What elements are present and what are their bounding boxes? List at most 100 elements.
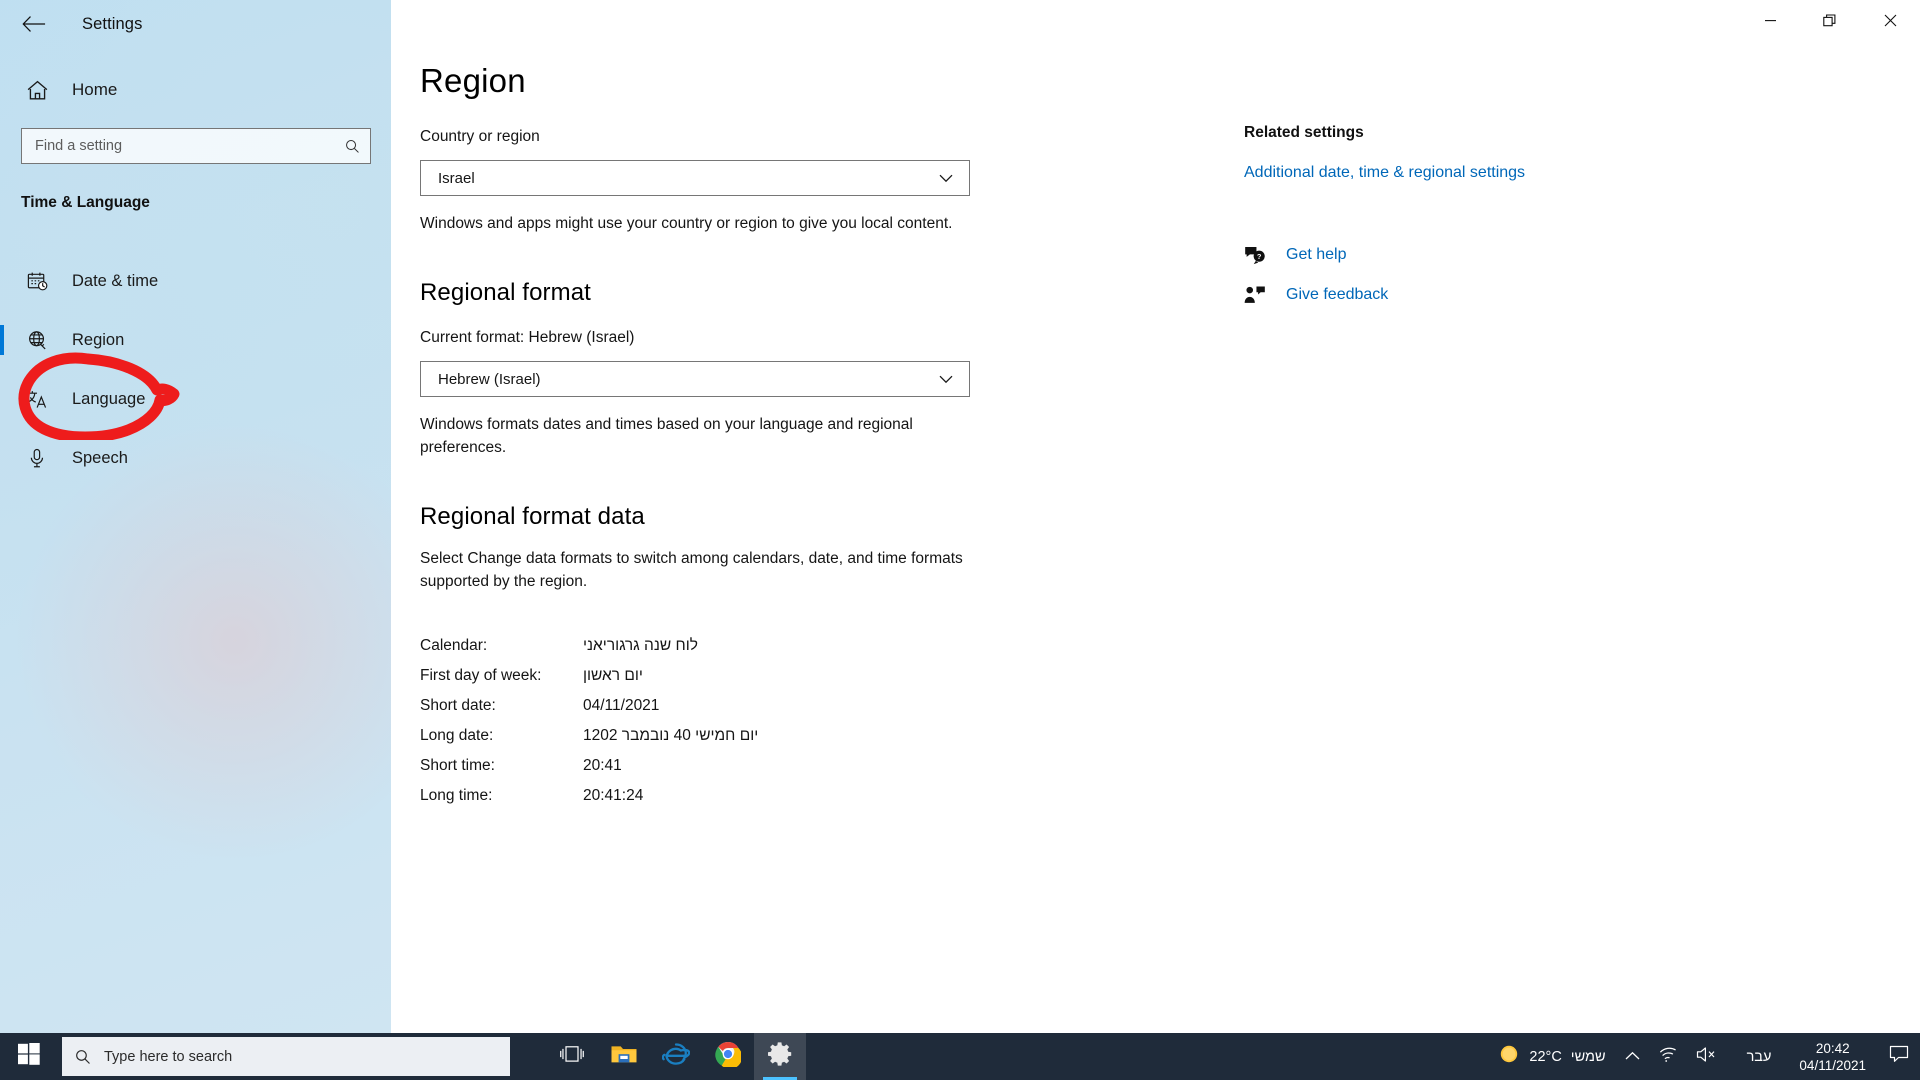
sidebar-item-language[interactable]: Language xyxy=(0,370,391,429)
feedback-icon xyxy=(1244,285,1280,305)
main-column: Country or region Israel Windows and app… xyxy=(420,128,980,811)
row-value: לוח שנה גרגוריאני xyxy=(583,637,698,654)
clock-date: 04/11/2021 xyxy=(1799,1057,1866,1073)
table-row: Long time: 20:41:24 xyxy=(420,781,980,811)
internet-explorer-button[interactable] xyxy=(650,1033,702,1080)
windows-logo-icon xyxy=(18,1043,40,1070)
give-feedback-row[interactable]: Give feedback xyxy=(1244,285,1574,305)
row-key: Long time: xyxy=(420,787,493,804)
row-key: Short time: xyxy=(420,757,495,774)
support-block: ? Get help Give feedback xyxy=(1244,245,1574,305)
row-key: Short date: xyxy=(420,697,496,714)
chevron-up-icon xyxy=(1625,1048,1640,1066)
network-button[interactable] xyxy=(1649,1033,1687,1080)
row-value: 20:41:24 xyxy=(583,787,644,804)
table-row: Calendar: לוח שנה גרגוריאני xyxy=(420,631,980,661)
close-button[interactable] xyxy=(1860,0,1920,40)
minimize-button[interactable] xyxy=(1740,0,1800,40)
help-chat-icon: ? xyxy=(1244,245,1280,265)
page-title: Region xyxy=(420,62,526,99)
speaker-muted-icon xyxy=(1696,1046,1718,1068)
weather-widget[interactable]: 22°C שמשי xyxy=(1488,1033,1615,1080)
taskbar-search-input[interactable] xyxy=(104,1048,510,1065)
restore-button[interactable] xyxy=(1800,0,1860,40)
window-controls xyxy=(1740,0,1920,40)
country-or-region-value: Israel xyxy=(438,169,475,187)
regional-format-data-heading: Regional format data xyxy=(420,503,645,530)
chevron-down-icon xyxy=(939,375,969,384)
settings-window: Home Time & Language xyxy=(0,0,1920,1033)
microphone-icon xyxy=(14,447,60,470)
weather-condition: שמשי xyxy=(1570,1048,1606,1065)
taskbar-icon-list xyxy=(546,1033,806,1080)
regional-format-value: Hebrew (Israel) xyxy=(438,370,541,388)
window-titlebar: Settings xyxy=(0,0,1920,48)
task-view-button[interactable] xyxy=(546,1033,598,1080)
sidebar-item-home[interactable]: Home xyxy=(0,66,391,114)
related-settings-column: Related settings Additional date, time &… xyxy=(1244,124,1574,305)
sidebar-item-label: Date & time xyxy=(72,272,159,290)
wifi-icon xyxy=(1658,1046,1678,1068)
svg-text:?: ? xyxy=(1257,252,1262,261)
row-key: Calendar: xyxy=(420,637,488,654)
regional-format-heading: Regional format xyxy=(420,279,591,306)
notification-icon xyxy=(1889,1045,1909,1068)
regional-format-data-table: Calendar: לוח שנה גרגוריאני First day of… xyxy=(420,631,980,811)
back-button[interactable] xyxy=(10,4,58,44)
language-icon xyxy=(14,388,60,411)
row-key: Long date: xyxy=(420,727,494,744)
search-icon xyxy=(334,138,370,155)
sidebar-item-region[interactable]: Region xyxy=(0,311,391,370)
sidebar-item-speech[interactable]: Speech xyxy=(0,429,391,488)
input-language-label: עבר xyxy=(1746,1048,1772,1065)
search-icon xyxy=(62,1048,104,1066)
clock-time: 20:42 xyxy=(1815,1040,1850,1056)
task-view-icon xyxy=(560,1043,584,1070)
related-settings-title: Related settings xyxy=(1244,124,1364,141)
file-explorer-icon xyxy=(610,1042,638,1071)
screen: Home Time & Language xyxy=(0,0,1920,1080)
google-chrome-icon xyxy=(715,1041,743,1072)
country-help-text: Windows and apps might use your country … xyxy=(420,215,953,232)
sidebar-item-label: Speech xyxy=(72,449,128,467)
additional-settings-link[interactable]: Additional date, time & regional setting… xyxy=(1244,161,1574,185)
table-row: First day of week: יום ראשון xyxy=(420,661,980,691)
sidebar-item-date-time[interactable]: Date & time xyxy=(0,252,391,311)
sun-icon xyxy=(1498,1043,1520,1070)
globe-icon xyxy=(14,329,60,352)
show-hidden-icons-button[interactable] xyxy=(1616,1033,1649,1080)
table-row: Short date: 04/11/2021 xyxy=(420,691,980,721)
input-language-button[interactable]: עבר xyxy=(1727,1033,1792,1080)
settings-navigation-pane: Home Time & Language xyxy=(0,0,391,1033)
search-input[interactable] xyxy=(22,138,334,154)
row-value: 04/11/2021 xyxy=(583,697,660,714)
country-or-region-dropdown[interactable]: Israel xyxy=(420,160,970,196)
settings-search-box[interactable] xyxy=(21,128,371,164)
row-key: First day of week: xyxy=(420,667,542,684)
notification-center-button[interactable] xyxy=(1878,1033,1920,1080)
sidebar-item-label: Language xyxy=(72,390,146,408)
google-chrome-button[interactable] xyxy=(702,1033,754,1080)
settings-taskbar-button[interactable] xyxy=(754,1033,806,1080)
row-value: 20:41 xyxy=(583,757,622,774)
row-value: יום חמישי 04 נובמבר 2021 xyxy=(583,727,759,744)
get-help-row[interactable]: ? Get help xyxy=(1244,245,1574,265)
settings-gear-icon xyxy=(767,1041,793,1072)
table-row: Long date: יום חמישי 04 נובמבר 2021 xyxy=(420,721,980,751)
regional-format-dropdown[interactable]: Hebrew (Israel) xyxy=(420,361,970,397)
table-row: Short time: 20:41 xyxy=(420,751,980,781)
get-help-label: Get help xyxy=(1286,246,1347,263)
row-value: יום ראשון xyxy=(583,667,643,684)
start-button[interactable] xyxy=(0,1033,58,1080)
sidebar-item-label: Region xyxy=(72,331,125,349)
internet-explorer-icon xyxy=(661,1041,691,1072)
file-explorer-button[interactable] xyxy=(598,1033,650,1080)
current-format-label: Current format: Hebrew (Israel) xyxy=(420,329,635,346)
window-title: Settings xyxy=(82,14,143,33)
calendar-clock-icon xyxy=(14,270,60,293)
taskbar-search-box[interactable] xyxy=(62,1037,510,1076)
country-or-region-label: Country or region xyxy=(420,128,540,145)
system-tray: 22°C שמשי עבר 20:42 04/11/2021 xyxy=(1488,1033,1920,1080)
volume-button[interactable] xyxy=(1687,1033,1727,1080)
clock-widget[interactable]: 20:42 04/11/2021 xyxy=(1791,1033,1878,1080)
